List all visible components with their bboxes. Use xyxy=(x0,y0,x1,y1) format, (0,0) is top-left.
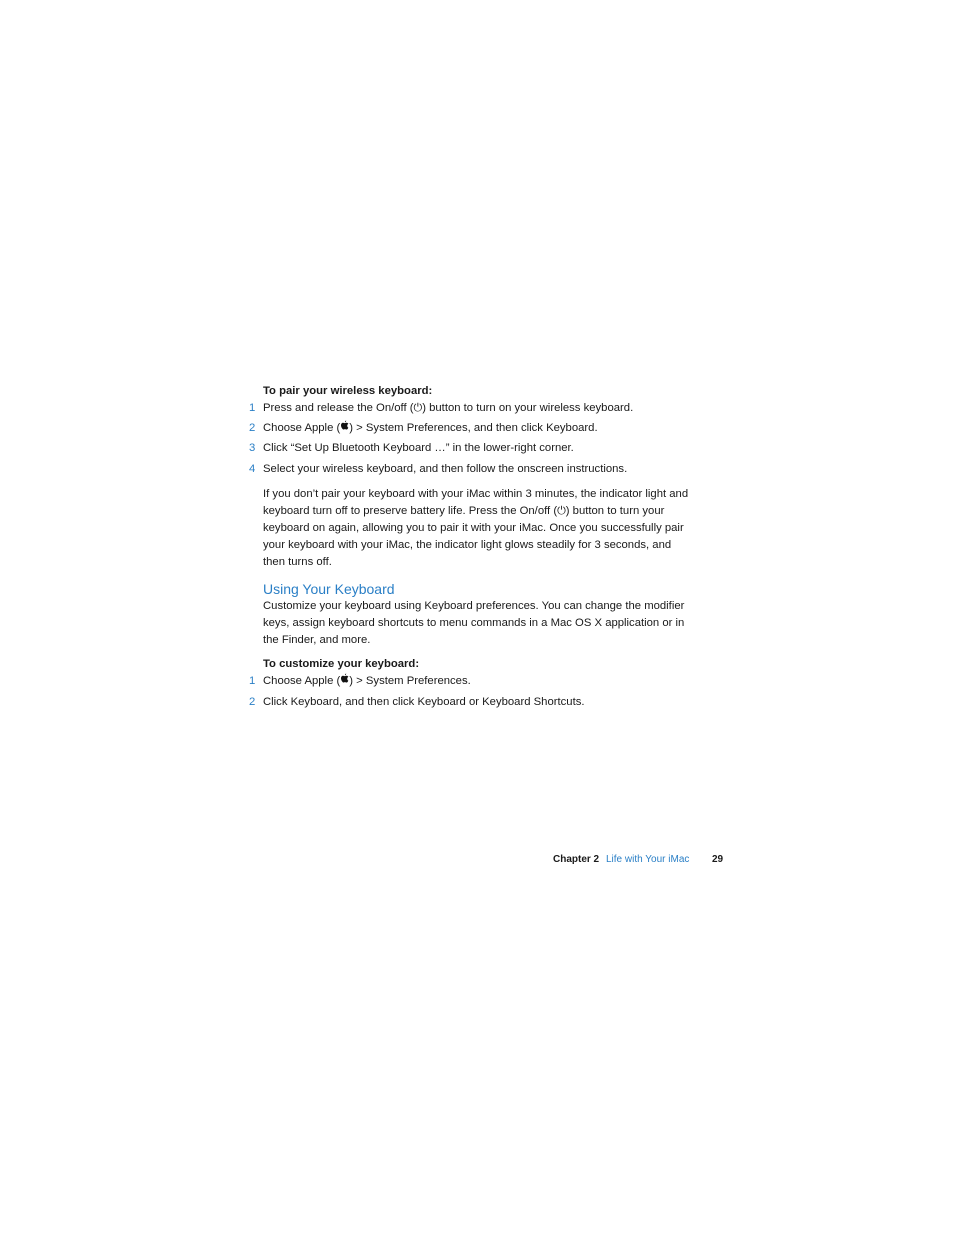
customize-step-2: 2 Click Keyboard, and then click Keyboard… xyxy=(249,694,585,711)
step-number: 1 xyxy=(249,675,256,687)
customize-step-1: 1 Choose Apple () > System Preferences. xyxy=(249,673,471,690)
power-icon: ⏻ xyxy=(413,402,423,414)
pair-step-3: 3 Click “Set Up Bluetooth Keyboard …” in … xyxy=(249,440,574,457)
step-number: 2 xyxy=(249,422,256,434)
pair-step-2: 2 Choose Apple () > System Preferences, a… xyxy=(249,420,598,437)
pair-step-1: 1 Press and release the On/off (⏻) button… xyxy=(249,400,633,417)
customize-keyboard-title: To customize your keyboard: xyxy=(263,658,420,670)
power-icon: ⏻ xyxy=(557,505,566,517)
step-number: 2 xyxy=(249,696,256,708)
pair-keyboard-title: To pair your wireless keyboard: xyxy=(263,385,433,397)
apple-icon xyxy=(340,420,349,437)
step-number: 3 xyxy=(249,442,256,454)
page-number: 29 xyxy=(712,854,724,865)
apple-icon xyxy=(340,673,349,690)
footer-chapter-title: Life with Your iMac xyxy=(606,854,690,865)
step-number: 4 xyxy=(249,463,256,475)
customize-intro: Customize your keyboard using Keyboard p… xyxy=(263,600,685,646)
document-page: To pair your wireless keyboard: 1 Press a… xyxy=(0,0,954,1235)
section-heading: Using Your Keyboard xyxy=(263,581,395,597)
footer-chapter: Chapter 2 xyxy=(553,854,600,865)
step-number: 1 xyxy=(249,402,256,414)
pairing-note: If you don’t pair your keyboard with you… xyxy=(263,488,689,568)
pair-step-4: 4 Select your wireless keyboard, and then… xyxy=(249,461,627,478)
